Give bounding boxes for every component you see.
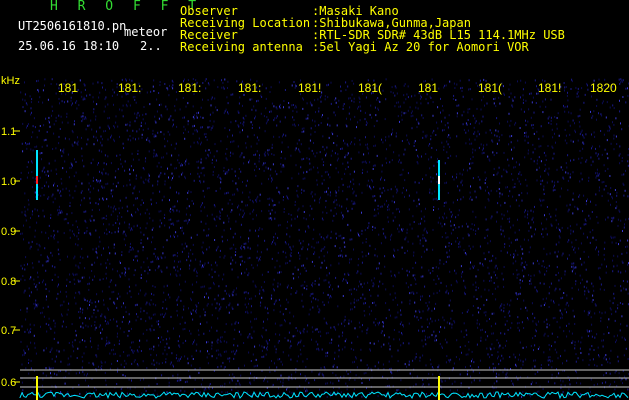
hrofft-window: H R O F F T UT2506161810.pn meteor 25.06… bbox=[0, 0, 629, 400]
power-trace bbox=[19, 391, 629, 400]
x-tick-label: 181( bbox=[358, 81, 382, 95]
x-tick-label: 1820 bbox=[590, 81, 617, 95]
y-tick-label: 0.6 bbox=[1, 377, 16, 389]
y-tick-label: 0.9 bbox=[1, 226, 16, 238]
x-tick-label: 181: bbox=[238, 81, 261, 95]
noise-field bbox=[20, 78, 629, 398]
x-tick-label: 181! bbox=[298, 81, 321, 95]
x-tick-label: 181! bbox=[538, 81, 561, 95]
y-tick-label: 0.8 bbox=[1, 276, 16, 288]
meteor-echo-2-peak bbox=[438, 176, 440, 184]
x-tick-label: 181 bbox=[58, 81, 78, 95]
x-tick-label: 181 bbox=[418, 81, 438, 95]
y-tick-label: 0.7 bbox=[1, 325, 16, 337]
x-tick-label: 181: bbox=[118, 81, 141, 95]
x-tick-label: 181( bbox=[478, 81, 502, 95]
x-tick-label: 181: bbox=[178, 81, 201, 95]
meteor-echo-1-peak bbox=[36, 176, 38, 184]
y-unit-label: kHz bbox=[1, 75, 20, 87]
y-tick-label: 1.1 bbox=[1, 126, 16, 138]
y-tick-label: 1.0 bbox=[1, 176, 16, 188]
spectrogram: kHz 1.1 1.0 0.9 0.8 0.7 0.6 181 181: 181: 181: 181!… bbox=[1, 75, 629, 400]
